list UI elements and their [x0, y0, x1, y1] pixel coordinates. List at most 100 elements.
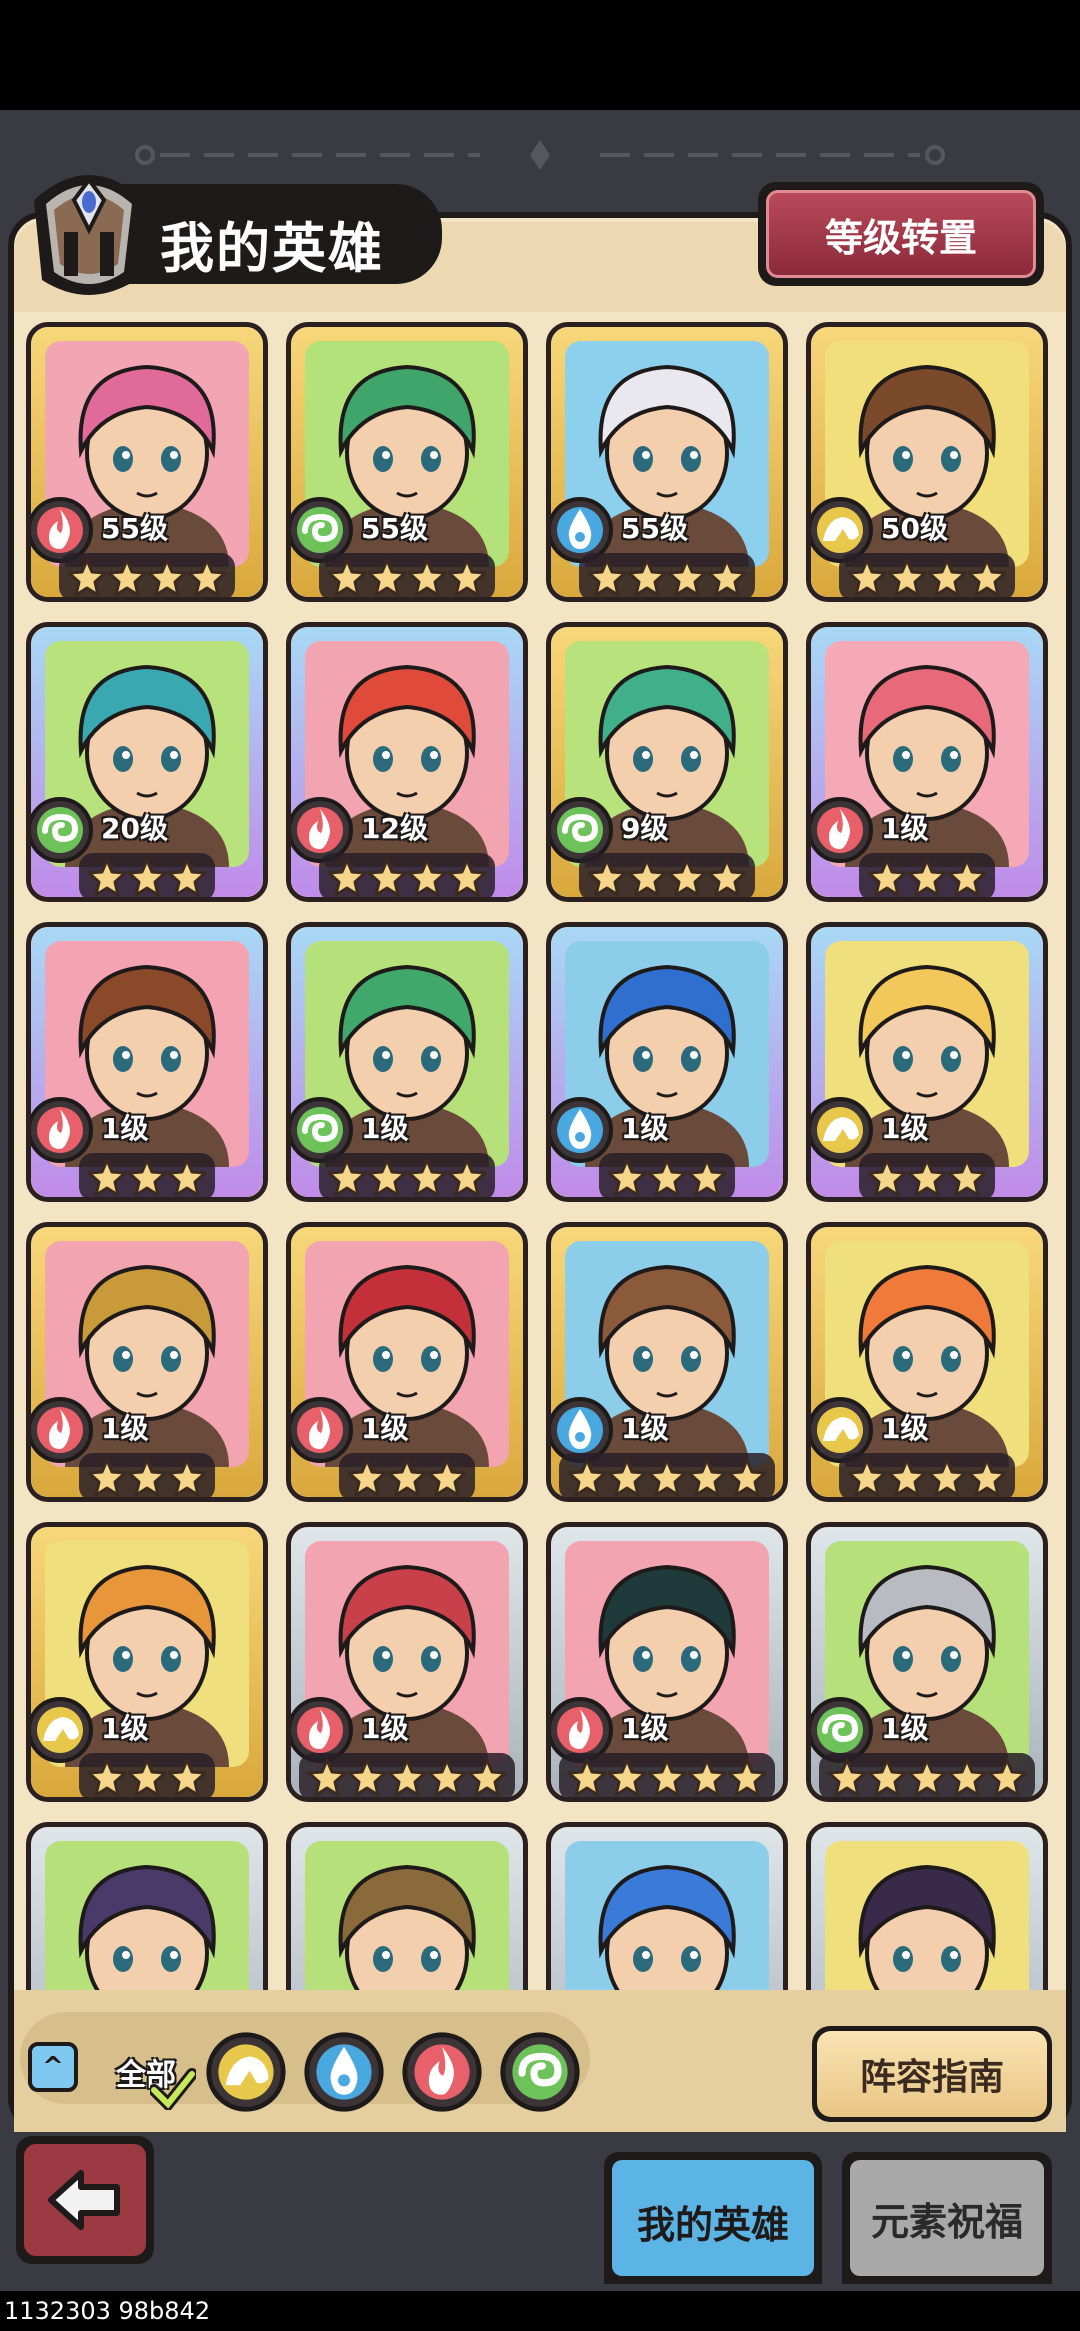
hero-card[interactable]: 1级 — [546, 1222, 788, 1502]
star-icon — [847, 557, 887, 597]
collapse-toggle-button[interactable]: ^ — [28, 2042, 78, 2092]
star-icon — [387, 1757, 427, 1797]
filter-water-button[interactable] — [302, 2030, 386, 2114]
filter-wood-button[interactable] — [498, 2030, 582, 2114]
star-icon — [867, 1757, 907, 1797]
star-icon — [727, 1757, 767, 1797]
star-icon — [667, 857, 707, 897]
hero-card[interactable]: 1级 — [26, 1522, 268, 1802]
hero-level: 1级 — [361, 1112, 409, 1145]
star-rating — [319, 553, 495, 597]
star-icon — [887, 1457, 927, 1497]
star-rating — [839, 1453, 1015, 1497]
star-icon — [367, 857, 407, 897]
hero-level: 1级 — [881, 812, 929, 845]
hero-card[interactable]: 12级 — [286, 622, 528, 902]
star-icon — [167, 1757, 207, 1797]
hero-info: 20级 — [31, 795, 263, 897]
filter-fire-button[interactable] — [400, 2030, 484, 2114]
hero-card[interactable]: 1级 — [806, 1222, 1048, 1502]
star-icon — [447, 557, 487, 597]
star-icon — [407, 857, 447, 897]
check-icon — [150, 2068, 196, 2110]
hero-card[interactable]: 55级 — [286, 322, 528, 602]
hero-level: 1级 — [101, 1412, 149, 1445]
hero-card[interactable]: 1级 — [26, 922, 268, 1202]
hero-card[interactable]: 55级 — [26, 322, 268, 602]
hero-info: 1级 — [811, 1695, 1043, 1797]
star-icon — [867, 857, 907, 897]
hero-card[interactable] — [286, 1822, 528, 1992]
star-icon — [147, 557, 187, 597]
hero-info: 1级 — [31, 1095, 263, 1197]
helmet-icon — [34, 175, 144, 295]
hero-level: 1级 — [361, 1412, 409, 1445]
hero-info: 55级 — [551, 495, 783, 597]
star-rating — [839, 553, 1015, 597]
hero-level: 1级 — [881, 1112, 929, 1145]
star-rating — [319, 1153, 495, 1197]
star-rating — [579, 853, 755, 897]
hero-info: 1级 — [551, 1095, 783, 1197]
hero-info: 9级 — [551, 795, 783, 897]
hero-level: 1级 — [621, 1112, 669, 1145]
star-icon — [347, 1457, 387, 1497]
hero-info: 50级 — [811, 495, 1043, 597]
hero-card[interactable]: 1级 — [806, 1522, 1048, 1802]
star-icon — [127, 1757, 167, 1797]
star-icon — [127, 857, 167, 897]
hero-level: 12级 — [361, 812, 428, 845]
hero-portrait — [45, 1841, 249, 1992]
hero-card[interactable]: 20级 — [26, 622, 268, 902]
hero-info: 1级 — [811, 1395, 1043, 1497]
hero-card[interactable]: 1级 — [806, 922, 1048, 1202]
star-icon — [947, 857, 987, 897]
tab-my-heroes[interactable]: 我的英雄 — [604, 2152, 822, 2284]
star-rating — [59, 553, 235, 597]
lineup-guide-button[interactable]: 阵容指南 — [812, 2026, 1052, 2122]
hero-card[interactable]: 1级 — [546, 1522, 788, 1802]
star-rating — [579, 553, 755, 597]
star-icon — [607, 1457, 647, 1497]
hero-card[interactable]: 1级 — [286, 922, 528, 1202]
hero-portrait — [305, 1841, 509, 1992]
star-icon — [87, 857, 127, 897]
hero-grid[interactable]: 55级 55级 55级 50级 20级 12级 9级 1级 1级 1级 1级 1级 1级 1级 1级 1级 1级… — [26, 322, 1054, 1992]
wood-element-icon — [498, 2030, 582, 2118]
star-icon — [847, 1457, 887, 1497]
tab-element-blessing[interactable]: 元素祝福 — [842, 2152, 1052, 2284]
hero-card[interactable]: 55级 — [546, 322, 788, 602]
hero-card[interactable]: 50级 — [806, 322, 1048, 602]
star-icon — [167, 857, 207, 897]
hero-card[interactable]: 1级 — [806, 622, 1048, 902]
hero-level: 1级 — [881, 1712, 929, 1745]
star-icon — [567, 1457, 607, 1497]
star-icon — [907, 857, 947, 897]
hero-card[interactable] — [806, 1822, 1048, 1992]
star-icon — [167, 1157, 207, 1197]
star-icon — [867, 1157, 907, 1197]
star-icon — [927, 557, 967, 597]
star-icon — [447, 857, 487, 897]
star-icon — [727, 1457, 767, 1497]
star-icon — [127, 1457, 167, 1497]
star-rating — [599, 1153, 735, 1197]
level-transfer-button[interactable]: 等级转置 — [758, 182, 1044, 286]
hero-card[interactable] — [546, 1822, 788, 1992]
hero-card[interactable]: 9级 — [546, 622, 788, 902]
star-icon — [107, 557, 147, 597]
star-icon — [947, 1757, 987, 1797]
hero-info: 1级 — [291, 1395, 523, 1497]
hero-card[interactable]: 1级 — [286, 1222, 528, 1502]
hero-card[interactable]: 1级 — [26, 1222, 268, 1502]
page-title: 我的英雄 — [160, 217, 384, 280]
hero-level: 1级 — [101, 1112, 149, 1145]
hero-card[interactable] — [26, 1822, 268, 1992]
star-icon — [407, 1157, 447, 1197]
star-icon — [447, 1157, 487, 1197]
filter-earth-button[interactable] — [204, 2030, 288, 2114]
hero-card[interactable]: 1级 — [286, 1522, 528, 1802]
hero-card[interactable]: 1级 — [546, 922, 788, 1202]
back-button[interactable] — [16, 2136, 154, 2264]
star-icon — [627, 557, 667, 597]
